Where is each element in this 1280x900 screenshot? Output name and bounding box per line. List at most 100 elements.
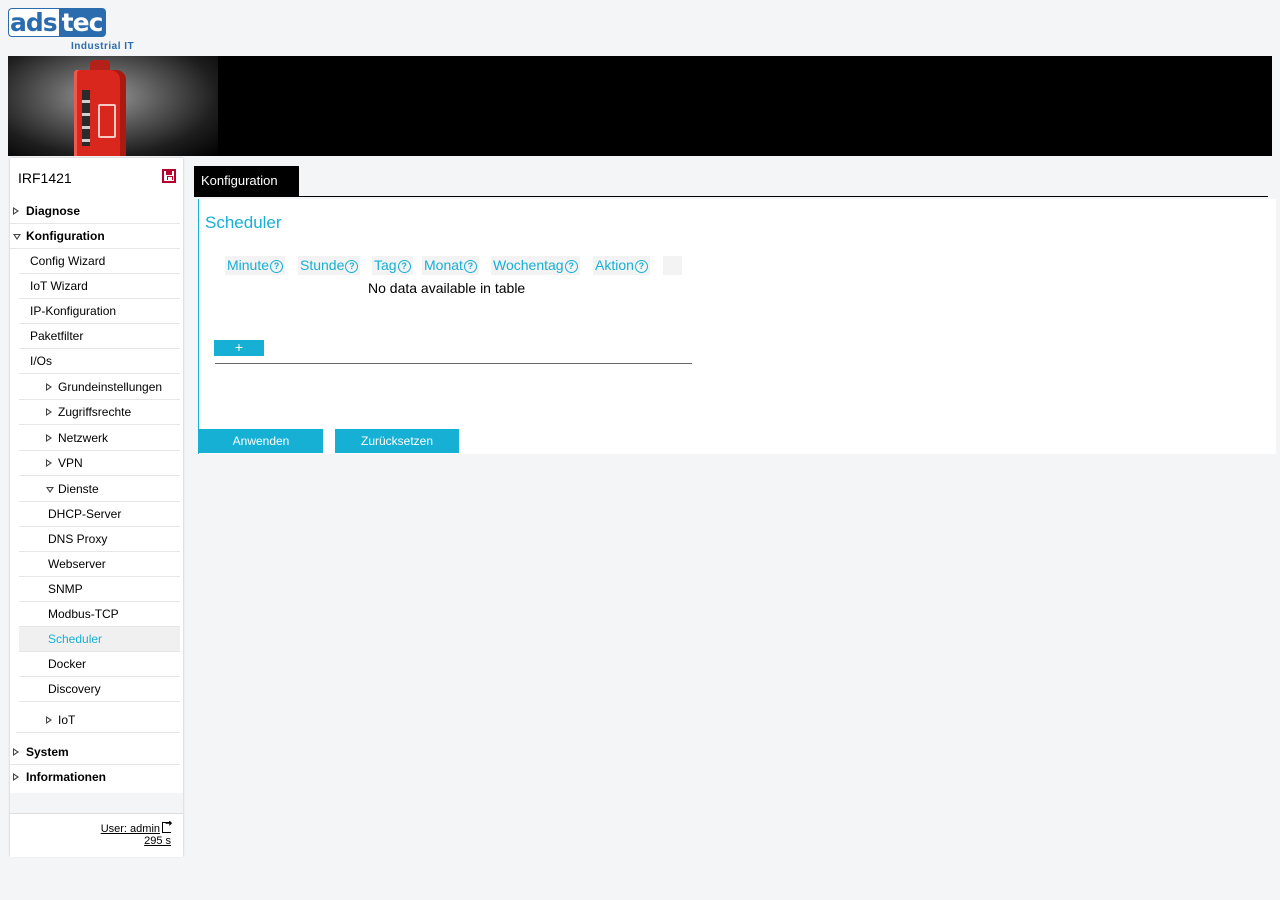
help-icon[interactable]: ? <box>564 260 578 273</box>
nav-label: DNS Proxy <box>48 532 108 546</box>
nav-config-wizard[interactable]: Config Wizard <box>19 249 180 274</box>
session-timer[interactable]: 295 s <box>144 835 171 847</box>
nav-label: Discovery <box>48 682 101 696</box>
nav-label: System <box>26 745 69 759</box>
apply-button[interactable]: Anwenden <box>199 429 323 453</box>
nav-label: Informationen <box>26 770 106 784</box>
nav-label: IP-Konfiguration <box>30 304 117 318</box>
add-entry-button[interactable]: + <box>214 340 264 356</box>
nav-grundeinstellungen[interactable]: Grundeinstellungen <box>19 375 180 400</box>
collapse-icon <box>13 234 21 240</box>
column-stunde[interactable]: Stunde? <box>298 256 361 275</box>
column-label: Stunde <box>300 257 345 273</box>
nav-webserver[interactable]: Webserver <box>19 552 180 577</box>
nav-diagnose[interactable]: Diagnose <box>10 199 180 224</box>
nav-label: Modbus-TCP <box>48 607 119 621</box>
nav-informationen[interactable]: Informationen <box>10 765 180 790</box>
empty-table-message: No data available in table <box>368 280 526 296</box>
header-banner <box>8 56 1272 156</box>
nav-label: DHCP-Server <box>48 507 122 521</box>
device-name: IRF1421 <box>18 170 72 186</box>
user-logout-link[interactable]: User: admin <box>100 818 173 835</box>
column-actions-blank <box>663 256 682 275</box>
sidebar-header: IRF1421 <box>10 158 183 196</box>
nav-ios[interactable]: I/Os <box>19 349 180 374</box>
column-minute[interactable]: Minute? <box>225 256 286 275</box>
logo-wordmark: ads tec <box>8 8 107 37</box>
expand-icon <box>46 716 52 724</box>
nav-label: Paketfilter <box>30 329 84 343</box>
collapse-icon <box>46 487 54 493</box>
nav-docker[interactable]: Docker <box>19 652 180 677</box>
nav-label: Konfiguration <box>26 229 105 243</box>
logo-tagline: Industrial IT <box>71 41 135 52</box>
device-product-image <box>74 70 126 156</box>
column-label: Wochentag <box>493 257 564 273</box>
nav-discovery[interactable]: Discovery <box>19 677 180 702</box>
nav-label: Webserver <box>48 557 106 571</box>
nav-label: IoT <box>58 713 76 727</box>
nav-label: Diagnose <box>26 204 81 218</box>
column-label: Aktion <box>595 257 634 273</box>
nav-label: Zugriffsrechte <box>58 405 132 419</box>
tab-konfiguration[interactable]: Konfiguration <box>194 166 299 196</box>
nav-label: VPN <box>58 456 83 470</box>
sidebar-footer: User: admin 295 s <box>10 813 183 857</box>
expand-icon <box>46 434 52 442</box>
expand-icon <box>13 748 19 756</box>
reset-button[interactable]: Zurücksetzen <box>335 429 459 453</box>
expand-icon <box>13 207 19 215</box>
help-icon[interactable]: ? <box>463 260 477 273</box>
expand-icon <box>46 383 52 391</box>
nav-label: Netzwerk <box>58 431 109 445</box>
help-icon[interactable]: ? <box>634 260 648 273</box>
help-icon[interactable]: ? <box>397 260 411 273</box>
nav-label: Scheduler <box>48 632 103 646</box>
logo-part-ads: ads <box>8 8 59 37</box>
expand-icon <box>13 773 19 781</box>
nav-dhcp-server[interactable]: DHCP-Server <box>19 502 180 527</box>
company-logo: ads tec Industrial IT <box>8 8 148 54</box>
column-label: Monat <box>424 257 463 273</box>
nav-vpn[interactable]: VPN <box>19 451 180 476</box>
nav-label: Docker <box>48 657 87 671</box>
nav-ip-konfiguration[interactable]: IP-Konfiguration <box>19 299 180 324</box>
expand-icon <box>46 408 52 416</box>
column-label: Tag <box>374 257 397 273</box>
column-wochentag[interactable]: Wochentag? <box>491 256 580 275</box>
sidebar: IRF1421 Diagnose Konfiguration Config Wi… <box>10 158 183 857</box>
tab-divider <box>194 196 1268 197</box>
nav-modbus-tcp[interactable]: Modbus-TCP <box>19 602 180 627</box>
nav-dienste[interactable]: Dienste <box>19 477 180 502</box>
column-aktion[interactable]: Aktion? <box>593 256 650 275</box>
column-monat[interactable]: Monat? <box>422 256 479 275</box>
nav-label: IoT Wizard <box>30 279 88 293</box>
nav-label: SNMP <box>48 582 83 596</box>
nav-iot-wizard[interactable]: IoT Wizard <box>19 274 180 299</box>
help-icon[interactable]: ? <box>345 260 359 273</box>
nav-label: I/Os <box>30 354 53 368</box>
nav-system[interactable]: System <box>10 740 180 765</box>
column-tag[interactable]: Tag? <box>372 256 413 275</box>
table-divider <box>215 363 692 364</box>
sidebar-spacer <box>10 793 183 813</box>
nav-iot[interactable]: IoT <box>16 708 180 733</box>
save-icon[interactable] <box>162 169 176 183</box>
logout-icon <box>162 818 173 833</box>
nav-label: Config Wizard <box>30 254 106 268</box>
help-icon[interactable]: ? <box>270 260 284 273</box>
nav-dns-proxy[interactable]: DNS Proxy <box>19 527 180 552</box>
logo-part-tec: tec <box>58 8 107 37</box>
nav-label: Grundeinstellungen <box>58 380 163 394</box>
nav-netzwerk[interactable]: Netzwerk <box>19 426 180 451</box>
nav-label: Dienste <box>58 482 99 496</box>
user-label: User: admin <box>100 823 160 835</box>
nav-konfiguration[interactable]: Konfiguration <box>10 224 180 249</box>
nav-snmp[interactable]: SNMP <box>19 577 180 602</box>
nav-paketfilter[interactable]: Paketfilter <box>19 324 180 349</box>
column-label: Minute <box>227 257 270 273</box>
nav-scheduler[interactable]: Scheduler <box>19 627 180 652</box>
expand-icon <box>46 459 52 467</box>
page-title: Scheduler <box>205 213 282 232</box>
nav-zugriffsrechte[interactable]: Zugriffsrechte <box>19 400 180 425</box>
